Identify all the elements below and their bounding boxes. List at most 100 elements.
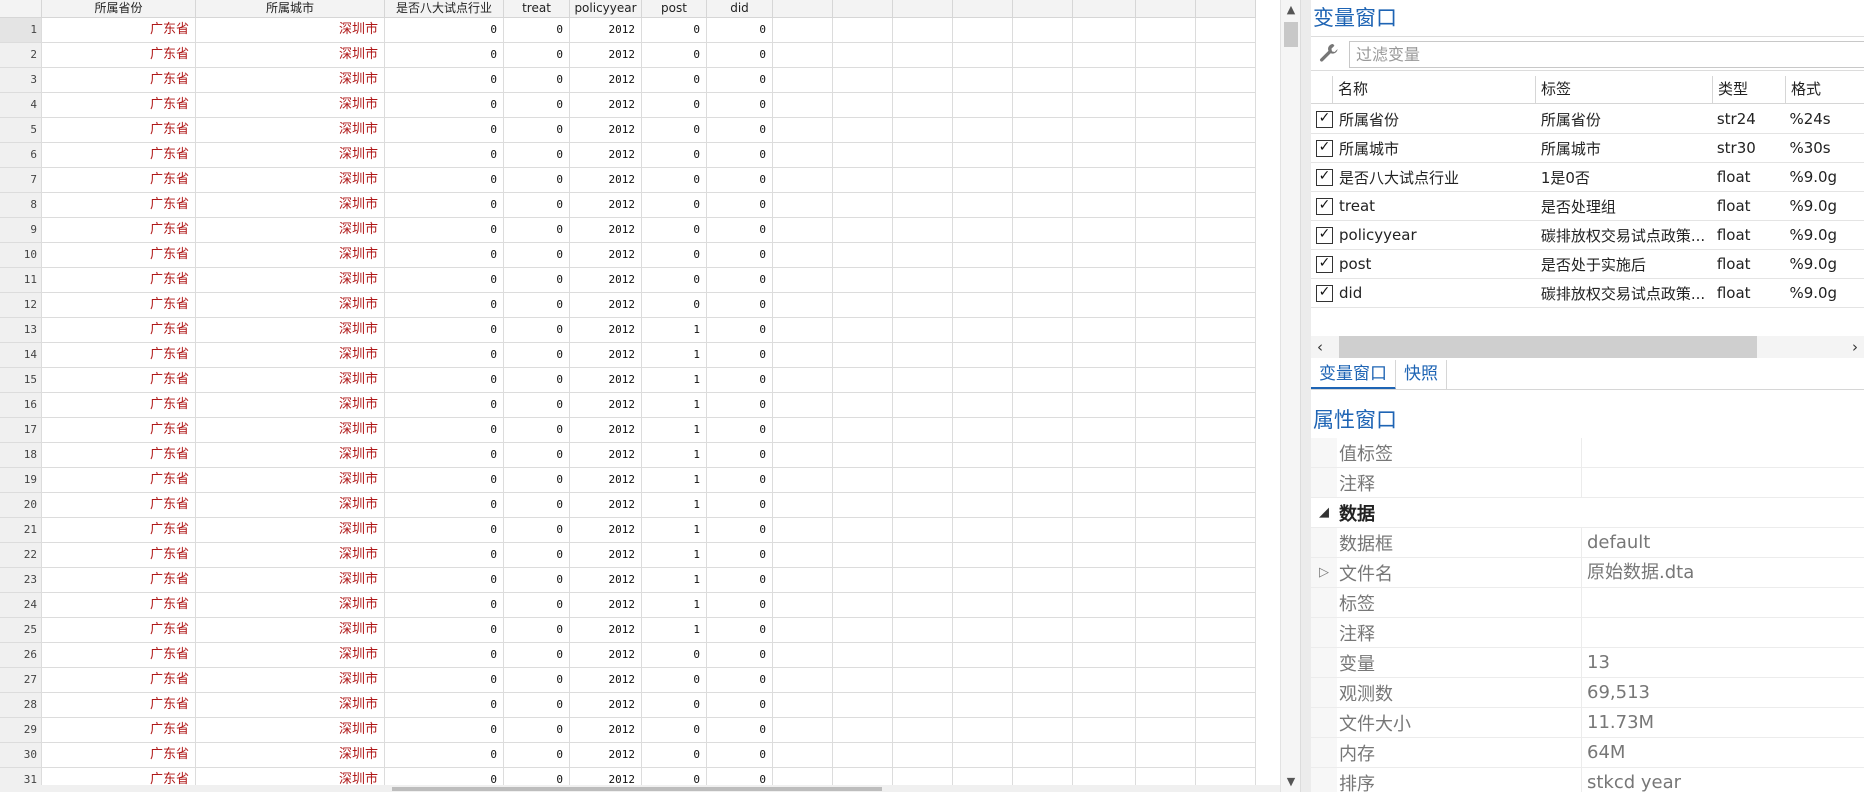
empty-cell[interactable] bbox=[893, 393, 953, 417]
grid-cell[interactable]: 广东省 bbox=[42, 568, 196, 592]
empty-cell[interactable] bbox=[833, 218, 893, 242]
table-row[interactable]: 6 广东省 深圳市 0 0 2012 0 0 bbox=[0, 143, 1256, 168]
empty-cell[interactable] bbox=[1013, 168, 1073, 192]
grid-cell[interactable]: 2012 bbox=[570, 468, 642, 492]
grid-cell[interactable]: 0 bbox=[707, 168, 773, 192]
grid-cell[interactable]: 0 bbox=[385, 118, 504, 142]
variables-scroll-thumb[interactable] bbox=[1339, 336, 1757, 358]
table-row[interactable]: 15 广东省 深圳市 0 0 2012 1 0 bbox=[0, 368, 1256, 393]
empty-cell[interactable] bbox=[1013, 343, 1073, 367]
grid-cell[interactable]: 广东省 bbox=[42, 43, 196, 67]
grid-cell[interactable]: 2012 bbox=[570, 43, 642, 67]
empty-cell[interactable] bbox=[1013, 143, 1073, 167]
empty-cell[interactable] bbox=[1073, 293, 1136, 317]
empty-cell[interactable] bbox=[773, 318, 833, 342]
grid-cell[interactable]: 深圳市 bbox=[196, 143, 385, 167]
grid-cell[interactable]: 0 bbox=[707, 193, 773, 217]
grid-cell[interactable]: 0 bbox=[504, 118, 570, 142]
grid-cell[interactable]: 1 bbox=[642, 468, 707, 492]
grid-cell[interactable]: 0 bbox=[504, 168, 570, 192]
empty-cell[interactable] bbox=[1013, 543, 1073, 567]
grid-cell[interactable]: 深圳市 bbox=[196, 418, 385, 442]
grid-cell[interactable]: 2012 bbox=[570, 93, 642, 117]
empty-cell[interactable] bbox=[833, 368, 893, 392]
empty-cell[interactable] bbox=[1196, 143, 1256, 167]
grid-cell[interactable]: 0 bbox=[385, 668, 504, 692]
grid-cell[interactable]: 0 bbox=[707, 668, 773, 692]
empty-cell[interactable] bbox=[1013, 418, 1073, 442]
row-number[interactable]: 11 bbox=[0, 268, 42, 292]
empty-cell[interactable] bbox=[1136, 318, 1196, 342]
grid-cell[interactable]: 0 bbox=[504, 43, 570, 67]
empty-cell[interactable] bbox=[833, 193, 893, 217]
empty-cell[interactable] bbox=[893, 643, 953, 667]
grid-cell[interactable]: 0 bbox=[385, 318, 504, 342]
empty-cell[interactable] bbox=[1013, 43, 1073, 67]
empty-cell[interactable] bbox=[893, 343, 953, 367]
grid-cell[interactable]: 深圳市 bbox=[196, 543, 385, 567]
empty-cell[interactable] bbox=[1073, 143, 1136, 167]
tab-snapshot[interactable]: 快照 bbox=[1396, 360, 1447, 390]
empty-cell[interactable] bbox=[833, 668, 893, 692]
empty-cell[interactable] bbox=[1013, 743, 1073, 767]
grid-cell[interactable]: 0 bbox=[385, 168, 504, 192]
empty-cell[interactable] bbox=[1073, 93, 1136, 117]
empty-cell[interactable] bbox=[953, 693, 1013, 717]
property-row[interactable]: 内存 64M bbox=[1311, 738, 1864, 768]
grid-cell[interactable]: 0 bbox=[504, 493, 570, 517]
empty-cell[interactable] bbox=[833, 693, 893, 717]
empty-cell[interactable] bbox=[953, 543, 1013, 567]
empty-cell[interactable] bbox=[1196, 93, 1256, 117]
empty-cell[interactable] bbox=[1073, 493, 1136, 517]
expand-icon[interactable]: ▷ bbox=[1311, 565, 1337, 580]
row-number[interactable]: 7 bbox=[0, 168, 42, 192]
empty-cell[interactable] bbox=[1013, 18, 1073, 42]
scroll-left-icon[interactable]: ‹ bbox=[1311, 336, 1329, 358]
grid-cell[interactable]: 广东省 bbox=[42, 18, 196, 42]
row-number[interactable]: 29 bbox=[0, 718, 42, 742]
grid-cell[interactable]: 广东省 bbox=[42, 493, 196, 517]
grid-cell[interactable]: 0 bbox=[642, 243, 707, 267]
grid-cell[interactable]: 2012 bbox=[570, 618, 642, 642]
variable-checkbox[interactable]: ✓ bbox=[1316, 284, 1333, 302]
grid-cell[interactable]: 0 bbox=[504, 293, 570, 317]
empty-cell[interactable] bbox=[1013, 443, 1073, 467]
empty-cell[interactable] bbox=[893, 293, 953, 317]
variable-checkbox[interactable]: ✓ bbox=[1316, 197, 1333, 215]
grid-cell[interactable]: 0 bbox=[707, 68, 773, 92]
empty-cell[interactable] bbox=[1196, 343, 1256, 367]
grid-cell[interactable]: 0 bbox=[504, 268, 570, 292]
empty-cell[interactable] bbox=[893, 43, 953, 67]
grid-cell[interactable]: 0 bbox=[504, 68, 570, 92]
grid-cell[interactable]: 0 bbox=[707, 593, 773, 617]
empty-cell[interactable] bbox=[773, 718, 833, 742]
empty-cell[interactable] bbox=[1013, 393, 1073, 417]
empty-cell[interactable] bbox=[893, 243, 953, 267]
variable-row[interactable]: ✓ 所属省份 所属省份 str24 %24s bbox=[1311, 105, 1864, 134]
empty-cell[interactable] bbox=[1196, 743, 1256, 767]
grid-cell[interactable]: 0 bbox=[385, 693, 504, 717]
grid-cell[interactable]: 深圳市 bbox=[196, 618, 385, 642]
grid-cell[interactable]: 0 bbox=[707, 18, 773, 42]
table-row[interactable]: 11 广东省 深圳市 0 0 2012 0 0 bbox=[0, 268, 1256, 293]
row-number[interactable]: 9 bbox=[0, 218, 42, 242]
grid-cell[interactable]: 广东省 bbox=[42, 243, 196, 267]
empty-cell[interactable] bbox=[893, 743, 953, 767]
grid-cell[interactable]: 0 bbox=[385, 193, 504, 217]
grid-cell[interactable]: 0 bbox=[385, 343, 504, 367]
grid-cell[interactable]: 2012 bbox=[570, 293, 642, 317]
empty-cell[interactable] bbox=[953, 193, 1013, 217]
empty-cell[interactable] bbox=[1136, 493, 1196, 517]
wrench-icon[interactable] bbox=[1317, 42, 1341, 66]
grid-cell[interactable]: 0 bbox=[385, 143, 504, 167]
grid-cell[interactable]: 2012 bbox=[570, 268, 642, 292]
empty-cell[interactable] bbox=[1013, 318, 1073, 342]
row-number[interactable]: 8 bbox=[0, 193, 42, 217]
grid-cell[interactable]: 深圳市 bbox=[196, 343, 385, 367]
empty-cell[interactable] bbox=[1136, 93, 1196, 117]
grid-horizontal-scroll-thumb[interactable] bbox=[392, 787, 882, 791]
row-number[interactable]: 12 bbox=[0, 293, 42, 317]
empty-cell[interactable] bbox=[953, 318, 1013, 342]
empty-cell[interactable] bbox=[953, 218, 1013, 242]
row-number[interactable]: 15 bbox=[0, 368, 42, 392]
